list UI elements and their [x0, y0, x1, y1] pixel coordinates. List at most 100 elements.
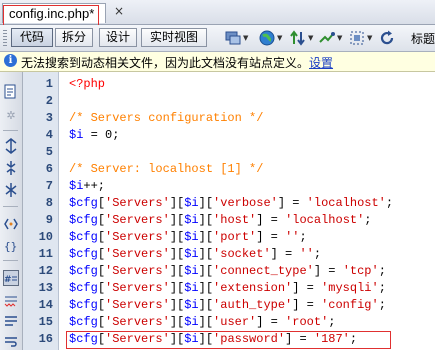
code-line[interactable]: /* Servers configuration */: [69, 110, 435, 127]
code-editor[interactable]: <?php /* Servers configuration */ $i = 0;…: [69, 76, 435, 348]
code-token: ] =: [285, 332, 314, 346]
code-line[interactable]: $cfg['Servers'][$i]['verbose'] = 'localh…: [69, 195, 435, 212]
code-token: 'root': [285, 315, 329, 329]
collapse-selection-icon[interactable]: [3, 160, 19, 176]
code-token: ][: [169, 196, 185, 210]
code-token: [: [97, 298, 106, 312]
highlight-invalid-code-icon[interactable]: [3, 292, 19, 308]
line-number: 14: [38, 298, 53, 312]
debug-icon[interactable]: [318, 29, 336, 47]
code-line[interactable]: $cfg['Servers'][$i]['password'] = '187';: [69, 331, 435, 348]
code-token: ;: [378, 281, 386, 295]
close-icon[interactable]: ×: [112, 4, 126, 18]
code-line[interactable]: $cfg['Servers'][$i]['socket'] = '';: [69, 246, 435, 263]
expand-all-icon[interactable]: [3, 182, 19, 198]
code-token: ] =: [292, 281, 322, 295]
preview-dropdown-icon[interactable]: ▼: [277, 34, 282, 42]
code-token: ;: [378, 264, 386, 278]
live-view-button[interactable]: 实时视图: [141, 28, 207, 47]
code-token: 'auth_type': [213, 298, 293, 312]
code-token: ;: [349, 332, 358, 346]
code-line[interactable]: [69, 93, 435, 110]
design-view-button[interactable]: 设计: [99, 28, 137, 47]
code-token: [: [97, 247, 106, 261]
code-token: ][: [198, 230, 214, 244]
code-token: 'password': [213, 332, 286, 346]
refresh-icon[interactable]: [378, 29, 396, 47]
code-token: $i: [184, 213, 199, 227]
code-line[interactable]: $cfg['Servers'][$i]['auth_type'] = 'conf…: [69, 297, 435, 314]
file-transfer-dropdown-icon[interactable]: ▼: [308, 34, 313, 42]
debug-dropdown-icon[interactable]: ▼: [337, 34, 342, 42]
code-token: 'mysqli': [321, 281, 379, 295]
select-parent-tag-icon[interactable]: [3, 216, 19, 232]
code-token: = 0;: [83, 128, 120, 142]
code-token: [: [97, 230, 106, 244]
code-token: ;: [364, 213, 372, 227]
code-line[interactable]: $i = 0;: [69, 127, 435, 144]
code-token: $i: [184, 247, 199, 261]
code-token: ][: [169, 213, 185, 227]
code-line[interactable]: <?php: [69, 76, 435, 93]
balance-braces-icon[interactable]: {}: [3, 238, 19, 254]
document-tab[interactable]: config.inc.php*: [2, 3, 106, 26]
code-token: ;: [299, 230, 307, 244]
code-token: ][: [169, 332, 185, 346]
line-numbers-toggle-icon[interactable]: #: [3, 270, 19, 286]
code-token: $i: [69, 179, 84, 193]
multiscreen-dropdown-icon[interactable]: ▼: [243, 34, 248, 42]
code-line[interactable]: $cfg['Servers'][$i]['connect_type'] = 't…: [69, 263, 435, 280]
code-token: 'Servers': [105, 332, 170, 346]
code-token: $i: [184, 281, 199, 295]
code-line[interactable]: /* Server: localhost [1] */: [69, 161, 435, 178]
code-token: 'Servers': [105, 315, 170, 329]
code-token: ][: [198, 196, 214, 210]
code-token: ++;: [83, 179, 106, 193]
open-documents-icon[interactable]: [3, 84, 19, 100]
code-token: ][: [198, 213, 214, 227]
line-number: 6: [45, 162, 53, 176]
code-line[interactable]: $cfg['Servers'][$i]['user'] = 'root';: [69, 314, 435, 331]
line-number: 12: [38, 264, 53, 278]
setup-link[interactable]: 设置: [309, 56, 333, 70]
line-number: 1: [45, 77, 53, 91]
code-token: ][: [198, 247, 214, 261]
code-token: ][: [169, 281, 185, 295]
toolbar-separator: [3, 130, 18, 131]
show-code-navigator-icon[interactable]: ✲: [3, 108, 19, 124]
preview-globe-icon[interactable]: [258, 29, 276, 47]
line-number: 4: [45, 128, 53, 142]
code-view-button[interactable]: 代码: [11, 28, 53, 47]
code-line[interactable]: $cfg['Servers'][$i]['extension'] = 'mysq…: [69, 280, 435, 297]
code-token: ][: [198, 315, 214, 329]
code-line[interactable]: [69, 144, 435, 161]
toolbar-separator: [3, 206, 18, 207]
visual-aids-icon[interactable]: [348, 29, 366, 47]
line-number: 8: [45, 196, 53, 210]
code-token: ;: [378, 298, 386, 312]
line-number: 9: [45, 213, 53, 227]
visual-aids-dropdown-icon[interactable]: ▼: [367, 34, 372, 42]
code-token: $cfg: [69, 196, 98, 210]
file-transfer-icon[interactable]: [289, 29, 307, 47]
info-bar: i 无法搜索到动态相关文件，因为此文档没有站点定义。设置: [0, 52, 435, 72]
multiscreen-icon[interactable]: [224, 29, 242, 47]
code-token: ] =: [256, 213, 286, 227]
word-wrap-icon[interactable]: [3, 334, 19, 350]
code-line[interactable]: $cfg['Servers'][$i]['host'] = 'localhost…: [69, 212, 435, 229]
code-token: '187': [313, 332, 350, 346]
code-line[interactable]: $i++;: [69, 178, 435, 195]
code-line[interactable]: $cfg['Servers'][$i]['port'] = '';: [69, 229, 435, 246]
code-token: <?php: [69, 77, 106, 91]
toolbar-grip[interactable]: [3, 30, 7, 46]
code-token: 'socket': [213, 247, 271, 261]
code-token: 'localhost': [285, 213, 365, 227]
code-token: ][: [169, 264, 185, 278]
line-number: 5: [45, 145, 53, 159]
code-token: ][: [198, 298, 214, 312]
line-number: 16: [38, 332, 53, 346]
collapse-full-tag-icon[interactable]: [3, 138, 19, 154]
code-token: $i: [184, 196, 199, 210]
apply-comment-icon[interactable]: [3, 314, 19, 330]
split-view-button[interactable]: 拆分: [55, 28, 93, 47]
